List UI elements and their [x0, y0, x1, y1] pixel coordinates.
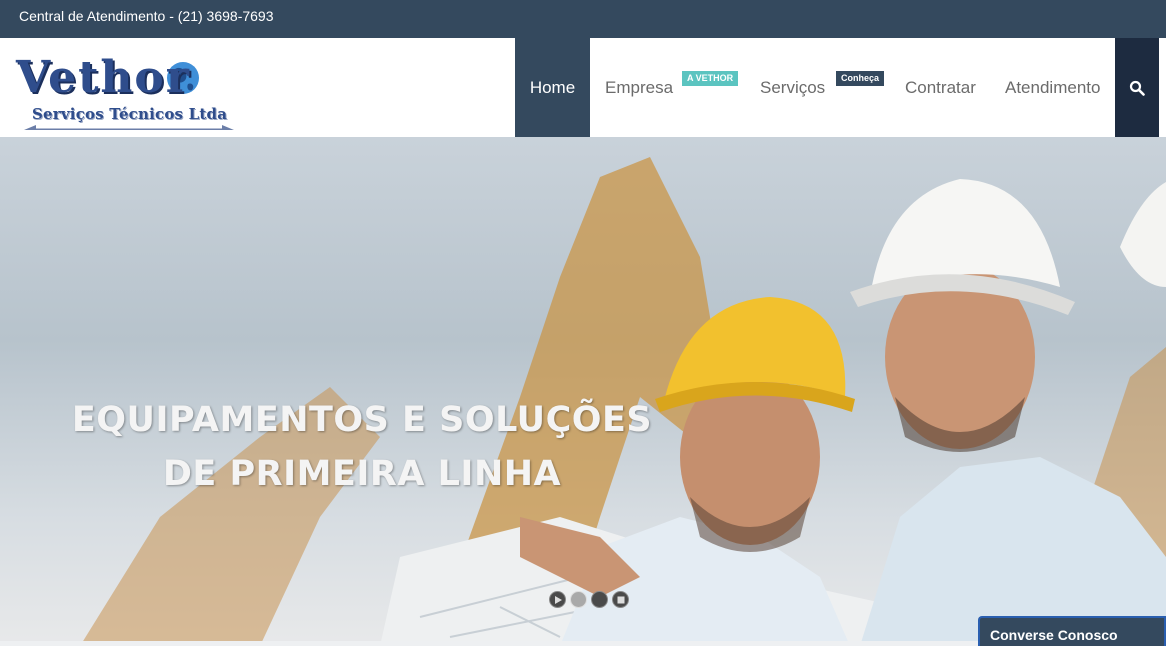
chat-label: Converse Conosco: [990, 627, 1118, 643]
nav-servicos-label: Serviços: [760, 77, 826, 97]
slider-controls: [549, 591, 629, 608]
badge-a-vethor: A VETHOR: [682, 71, 739, 86]
chat-tab[interactable]: Converse Conosco: [978, 616, 1166, 646]
nav-empresa[interactable]: Empresa A VETHOR: [590, 38, 743, 137]
top-bar: Central de Atendimento - (21) 3698-7693: [0, 0, 1166, 38]
search-icon: [1129, 80, 1145, 96]
nav-home[interactable]: Home: [515, 38, 590, 137]
nav-home-label: Home: [529, 77, 576, 97]
slider-dot-1[interactable]: [570, 591, 587, 608]
slider-play-button[interactable]: [549, 591, 566, 608]
badge-conheca: Conheça: [836, 71, 885, 86]
main-nav: Home Empresa A VETHOR Serviços Conheça C…: [515, 38, 1115, 137]
nav-servicos[interactable]: Serviços Conheça: [743, 38, 886, 137]
logo-subtitle: Serviços Técnicos Ltda: [32, 105, 228, 123]
contact-info: Central de Atendimento - (21) 3698-7693: [19, 8, 274, 24]
search-button[interactable]: [1115, 38, 1159, 137]
nav-atendimento[interactable]: Atendimento: [985, 38, 1115, 137]
slider-stop-button[interactable]: [612, 591, 629, 608]
site-header: Vethor Serviços Técnicos Ltda Home Empre…: [0, 38, 1166, 137]
hero-headline: EQUIPAMENTOS E SOLUÇÕES DE PRIMEIRA LINH…: [58, 393, 666, 501]
logo-word: Vethor: [16, 52, 191, 103]
hero-image: [80, 157, 1166, 646]
stop-icon: [617, 596, 624, 603]
vethor-logo[interactable]: Vethor Serviços Técnicos Ltda: [16, 48, 238, 130]
hero-headline-line1: EQUIPAMENTOS E SOLUÇÕES: [71, 400, 653, 440]
nav-contratar-label: Contratar: [905, 77, 976, 97]
play-icon: [554, 595, 562, 604]
slider-dot-2[interactable]: [591, 591, 608, 608]
hero-slider: EQUIPAMENTOS E SOLUÇÕES DE PRIMEIRA LINH…: [0, 137, 1166, 646]
hero-headline-line2: DE PRIMEIRA LINHA: [162, 454, 562, 494]
nav-atendimento-label: Atendimento: [1005, 77, 1101, 97]
nav-empresa-label: Empresa: [605, 77, 674, 97]
nav-contratar[interactable]: Contratar: [886, 38, 985, 137]
